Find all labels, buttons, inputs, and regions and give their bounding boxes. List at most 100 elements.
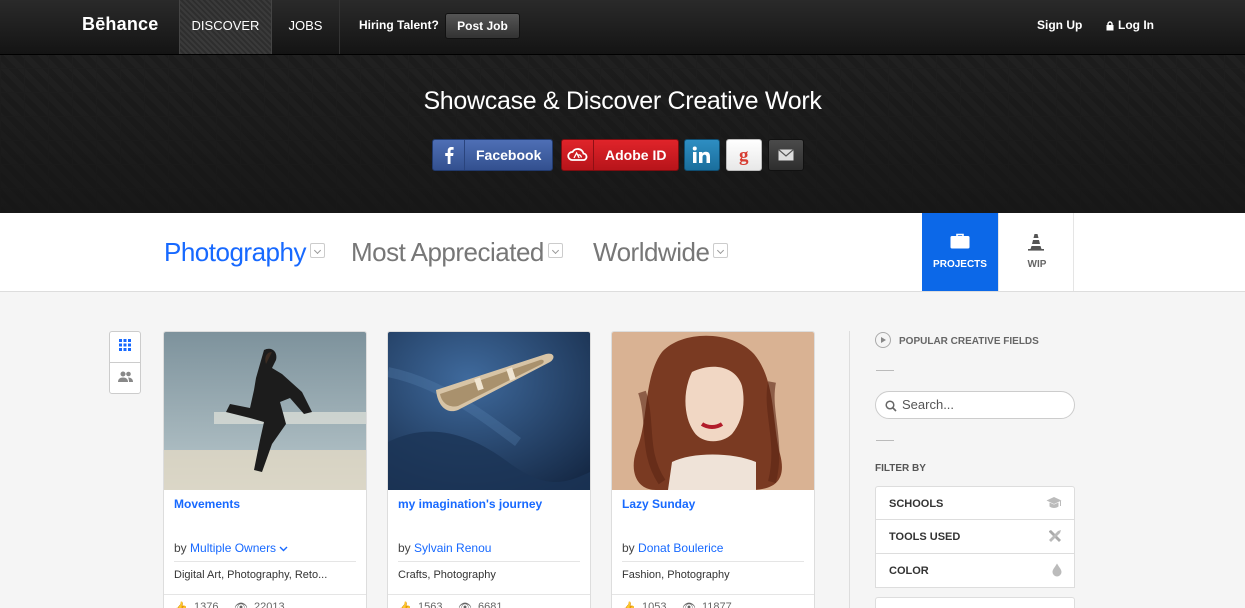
- filter-tools-used[interactable]: TOOLS USED: [875, 520, 1075, 554]
- project-thumbnail[interactable]: [164, 332, 366, 490]
- post-job-button[interactable]: Post Job: [445, 13, 520, 39]
- facebook-signup-button[interactable]: Facebook: [432, 139, 553, 171]
- creative-field-label: Photography: [164, 237, 306, 267]
- by-label: by: [622, 541, 635, 555]
- tab-projects[interactable]: PROJECTS: [922, 213, 998, 291]
- project-fields: Fashion, Photography: [622, 569, 730, 581]
- project-title[interactable]: Lazy Sunday: [622, 497, 695, 511]
- thumbs-up-icon: 👍: [622, 602, 636, 608]
- linkedin-icon: [685, 140, 719, 170]
- filter-next[interactable]: [875, 597, 1075, 608]
- filter-by-heading: FILTER BY: [875, 463, 926, 474]
- grid-icon: [119, 338, 131, 356]
- sidebar-divider: [849, 331, 850, 608]
- views-count: 11877: [702, 601, 732, 608]
- project-fields: Digital Art, Photography, Reto...: [174, 569, 328, 581]
- thumbs-up-icon: 👍: [398, 602, 412, 608]
- users-view-button[interactable]: [110, 363, 140, 393]
- facebook-label: Facebook: [476, 147, 542, 163]
- project-title[interactable]: my imagination's journey: [398, 497, 542, 511]
- location-filter[interactable]: Worldwide: [593, 237, 729, 268]
- project-owner: by Sylvain Renou: [398, 541, 491, 555]
- views-count: 6681: [478, 601, 503, 608]
- nav-discover[interactable]: DISCOVER: [179, 0, 272, 54]
- views-count: 22013: [254, 601, 285, 608]
- chevron-down-icon[interactable]: [309, 243, 325, 258]
- project-stats: 👍 1563 👁 6681: [388, 594, 590, 608]
- users-icon: [117, 369, 133, 387]
- hero-banner: Showcase & Discover Creative Work Facebo…: [0, 55, 1245, 213]
- top-navigation: Bēhance DISCOVER JOBS Hiring Talent? Pos…: [0, 0, 1245, 55]
- project-card[interactable]: Movements by Multiple Owners Digital Art…: [163, 331, 367, 608]
- filter-color[interactable]: COLOR: [875, 554, 1075, 588]
- eye-icon: 👁: [458, 602, 472, 608]
- owner-link[interactable]: Multiple Owners: [190, 541, 276, 555]
- divider: [622, 561, 804, 562]
- project-title[interactable]: Movements: [174, 497, 240, 511]
- adobe-cloud-icon: [562, 140, 594, 170]
- divider: [876, 440, 894, 441]
- search-input[interactable]: [902, 397, 1062, 412]
- project-thumbnail[interactable]: [612, 332, 814, 490]
- search-icon: [885, 399, 897, 417]
- tab-projects-label: PROJECTS: [933, 259, 987, 270]
- graduation-cap-icon: [1046, 496, 1062, 513]
- traffic-cone-icon: [1027, 233, 1045, 256]
- google-icon: g: [727, 140, 761, 170]
- filter-tools-label: TOOLS USED: [889, 531, 961, 543]
- email-signup-button[interactable]: [768, 139, 804, 171]
- project-card[interactable]: my imagination's journey by Sylvain Reno…: [387, 331, 591, 608]
- eye-icon: 👁: [234, 602, 248, 608]
- chevron-down-icon[interactable]: [279, 541, 288, 555]
- divider: [398, 561, 580, 562]
- linkedin-signup-button[interactable]: [684, 139, 720, 171]
- divider: [876, 370, 894, 371]
- lock-icon: [1106, 21, 1114, 31]
- filter-schools[interactable]: SCHOOLS: [875, 486, 1075, 520]
- project-card[interactable]: Lazy Sunday by Donat Boulerice Fashion, …: [611, 331, 815, 608]
- filter-bar: Photography Most Appreciated Worldwide P…: [0, 213, 1245, 292]
- popular-fields-toggle[interactable]: POPULAR CREATIVE FIELDS: [875, 332, 1039, 348]
- owner-link[interactable]: Sylvain Renou: [414, 541, 491, 555]
- eye-icon: 👁: [682, 602, 696, 608]
- sign-up-link[interactable]: Sign Up: [1037, 18, 1082, 32]
- appreciations-count: 1563: [418, 601, 443, 608]
- tab-wip-label: WIP: [1027, 259, 1047, 270]
- log-in-link[interactable]: Log In: [1106, 18, 1154, 32]
- behance-logo[interactable]: Bēhance: [82, 14, 158, 35]
- hiring-talent-text: Hiring Talent?: [359, 18, 439, 32]
- adobe-id-label: Adobe ID: [605, 147, 667, 163]
- tab-wip[interactable]: WIP: [998, 213, 1074, 291]
- facebook-icon: [433, 140, 465, 170]
- chevron-down-icon[interactable]: [713, 243, 729, 258]
- by-label: by: [398, 541, 411, 555]
- sort-label: Most Appreciated: [351, 237, 544, 267]
- tools-icon: [1048, 529, 1062, 546]
- chevron-down-icon[interactable]: [547, 243, 563, 258]
- adobe-id-signup-button[interactable]: Adobe ID: [561, 139, 679, 171]
- owner-link[interactable]: Donat Boulerice: [638, 541, 723, 555]
- grid-view-button[interactable]: [110, 332, 140, 363]
- project-owner: by Donat Boulerice: [622, 541, 723, 555]
- svg-text:g: g: [739, 145, 749, 165]
- project-stats: 👍 1376 👁 22013: [164, 594, 366, 608]
- briefcase-icon: [950, 233, 970, 254]
- thumbs-up-icon: 👍: [174, 602, 188, 608]
- filter-color-label: COLOR: [889, 565, 929, 577]
- nav-jobs[interactable]: JOBS: [272, 0, 340, 54]
- appreciations-count: 1053: [642, 601, 667, 608]
- project-fields: Crafts, Photography: [398, 569, 496, 581]
- log-in-label: Log In: [1118, 18, 1154, 32]
- google-signup-button[interactable]: g: [726, 139, 762, 171]
- appreciations-count: 1376: [194, 601, 219, 608]
- creative-field-filter[interactable]: Photography: [164, 237, 325, 268]
- hero-title: Showcase & Discover Creative Work: [423, 87, 822, 115]
- divider: [174, 561, 356, 562]
- project-stats: 👍 1053 👁 11877: [612, 594, 814, 608]
- project-thumbnail[interactable]: [388, 332, 590, 490]
- view-toggle: [109, 331, 141, 394]
- by-label: by: [174, 541, 187, 555]
- sidebar-search: [875, 391, 1075, 419]
- popular-fields-label: POPULAR CREATIVE FIELDS: [899, 336, 1039, 347]
- sort-filter[interactable]: Most Appreciated: [351, 237, 563, 268]
